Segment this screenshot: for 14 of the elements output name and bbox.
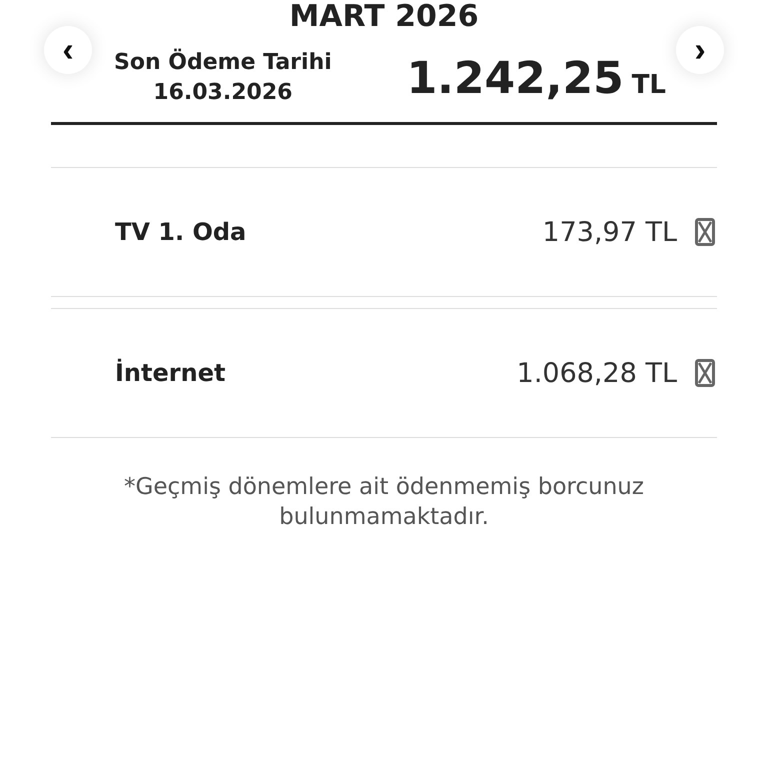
previous-month-button[interactable]: ‹ bbox=[44, 26, 92, 74]
due-date: 16.03.2026 bbox=[153, 79, 292, 107]
note-text: *Geçmiş dönemlere ait ödenmemiş borcunuz bulunmamaktadır. bbox=[123, 473, 645, 532]
item-name: TV 1. Oda bbox=[115, 218, 246, 246]
crossed-box-icon bbox=[695, 359, 715, 387]
item-name: İnternet bbox=[115, 359, 226, 387]
item-amount: 173,97 TL bbox=[542, 216, 677, 248]
item-amount: 1.068,28 TL bbox=[516, 358, 677, 388]
due-date-label: Son Ödeme Tarihi bbox=[114, 48, 332, 77]
next-month-button[interactable]: › bbox=[676, 26, 724, 74]
total-currency: TL bbox=[632, 70, 666, 100]
total-amount: 1.242,25 bbox=[406, 52, 624, 104]
period-title: MART 2026 bbox=[289, 0, 479, 34]
crossed-box-icon bbox=[695, 218, 715, 246]
